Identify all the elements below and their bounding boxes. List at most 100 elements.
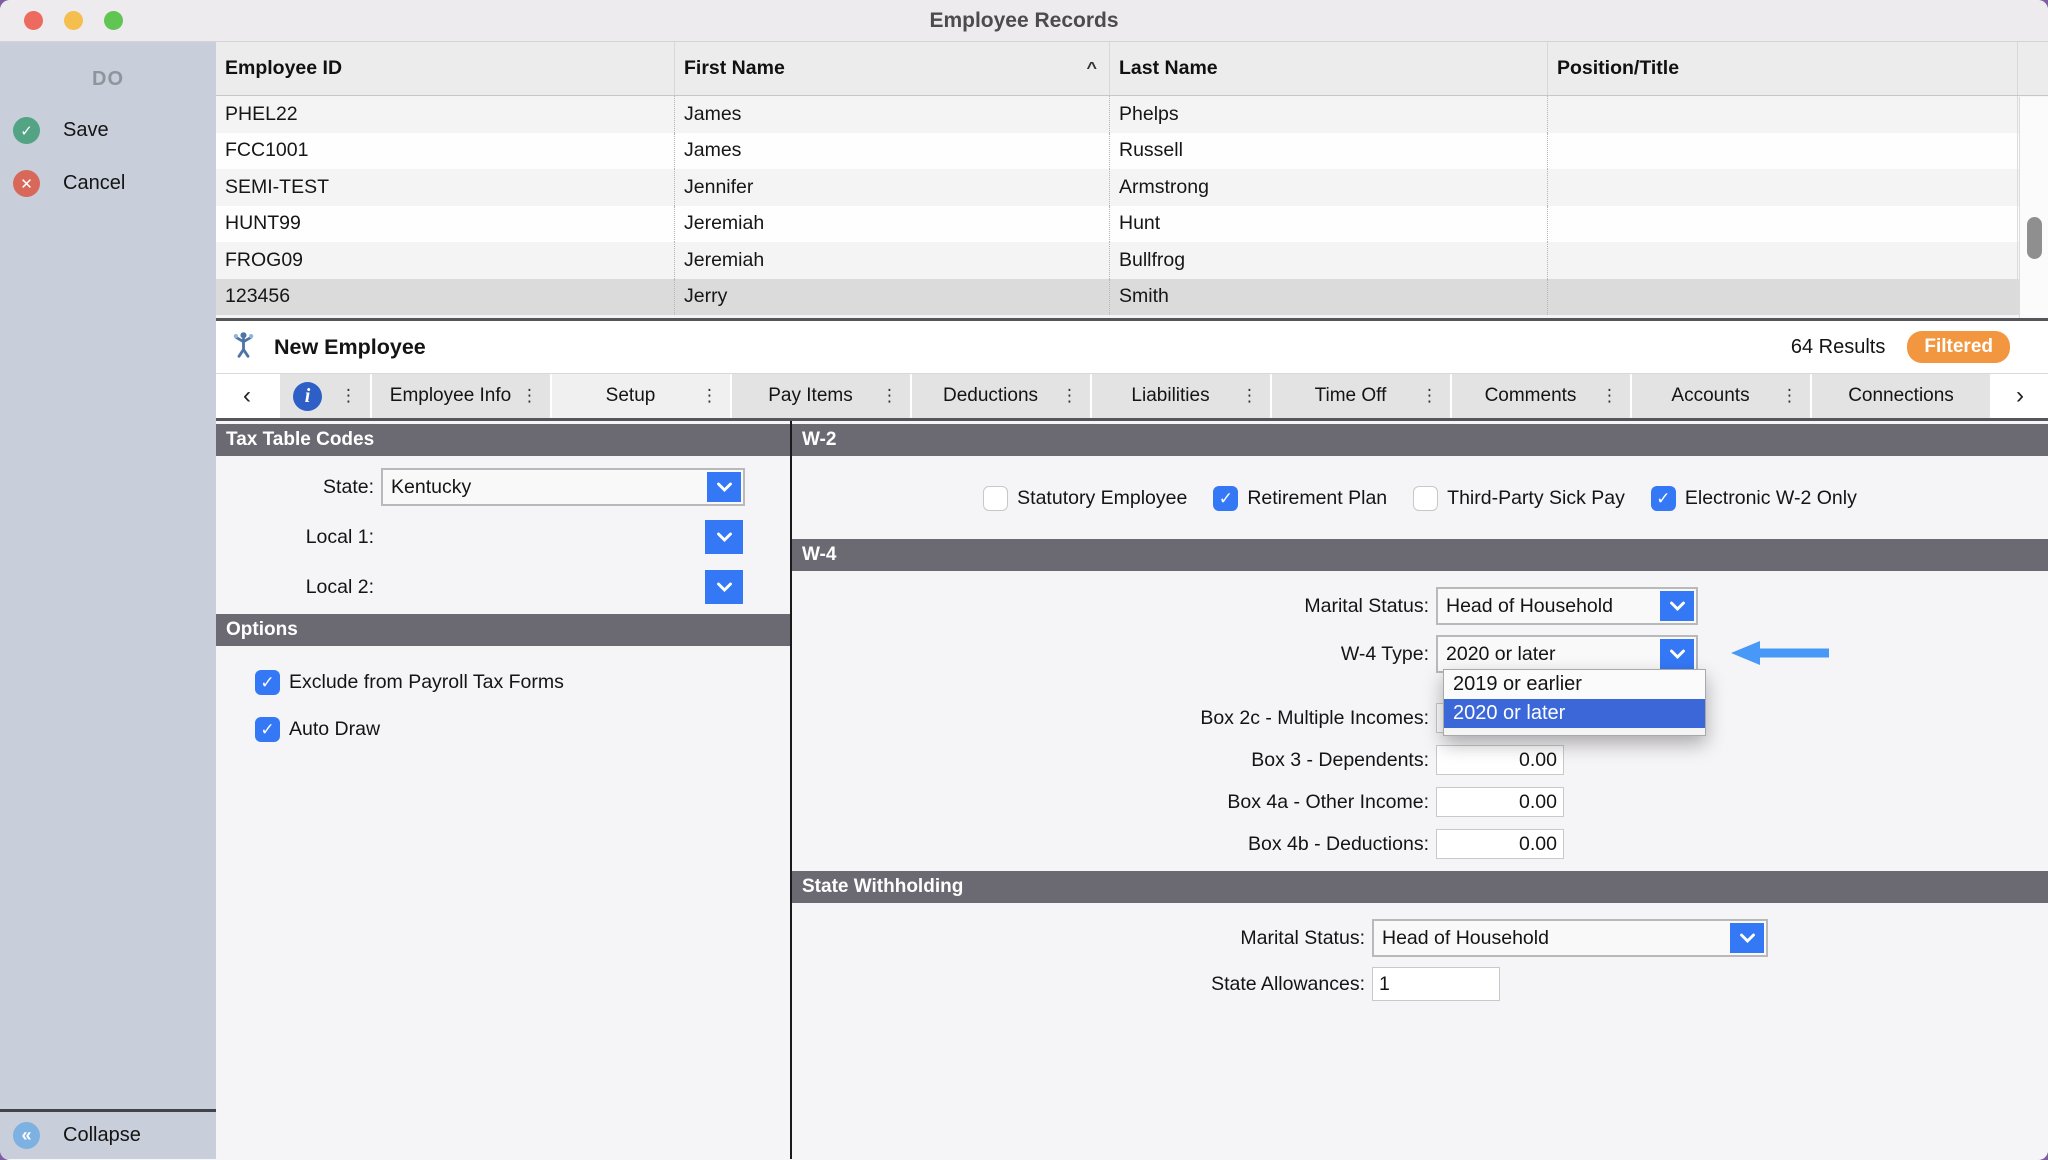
table-row[interactable]: 123456JerrySmith [216, 279, 2048, 316]
chevron-down-icon[interactable] [707, 472, 741, 502]
w4-type-combobox[interactable]: 2020 or later [1436, 635, 1698, 673]
chevron-down-icon[interactable] [1660, 639, 1694, 669]
field-label: Box 4b - Deductions: [792, 833, 1436, 856]
chevron-down-icon[interactable] [1660, 591, 1694, 621]
cell-employee-id: FCC1001 [216, 133, 675, 170]
state-withholding-header: State Withholding [792, 871, 2048, 903]
chevron-down-icon[interactable] [1730, 923, 1764, 953]
checkbox-third-party-sick-pay[interactable]: Third-Party Sick Pay [1413, 486, 1625, 511]
window-title: Employee Records [0, 9, 2048, 33]
tab-connections[interactable]: Connections [1812, 374, 1990, 418]
column-header-label: First Name [684, 57, 785, 80]
w4-type-value: 2020 or later [1438, 643, 1658, 666]
table-scrollbar[interactable] [2019, 97, 2048, 318]
tabs-scroll-right-button[interactable]: › [1992, 374, 2048, 418]
column-header-label: Position/Title [1557, 57, 1679, 80]
checked-checkbox-icon[interactable]: ✓ [255, 717, 280, 742]
w2-header: W-2 [792, 424, 2048, 456]
cell-position [1548, 96, 2018, 133]
cell-position [1548, 133, 2018, 170]
tab-menu-dots-icon[interactable]: ⋮ [1061, 386, 1078, 406]
checkbox-label: Auto Draw [289, 718, 380, 741]
cell-position [1548, 242, 2018, 279]
checked-checkbox-icon[interactable]: ✓ [1651, 486, 1676, 511]
unchecked-checkbox-icon[interactable] [983, 486, 1008, 511]
checkbox-label: Retirement Plan [1247, 487, 1387, 510]
tab-employee-info[interactable]: Employee Info⋮ [372, 374, 550, 418]
collapse-button[interactable]: « Collapse [0, 1109, 216, 1159]
cell-last-name: Armstrong [1110, 169, 1548, 206]
checkbox-label: Third-Party Sick Pay [1447, 487, 1625, 510]
checkbox-auto-draw[interactable]: ✓ Auto Draw [255, 717, 790, 742]
sw-marital-status-combobox[interactable]: Head of Household [1372, 919, 1768, 957]
record-title: New Employee [274, 335, 426, 360]
checkbox-retirement-plan[interactable]: ✓ Retirement Plan [1213, 486, 1387, 511]
tab-deductions[interactable]: Deductions⋮ [912, 374, 1090, 418]
w4-marital-status-value: Head of Household [1438, 595, 1658, 618]
checkbox-statutory-employee[interactable]: Statutory Employee [983, 486, 1187, 511]
numeric-field-box-4a-other-income[interactable]: 0.00 [1436, 787, 1564, 817]
cancel-button[interactable]: ✕ Cancel [0, 170, 216, 197]
save-button[interactable]: ✓ Save [0, 117, 216, 144]
column-header-employee-id[interactable]: Employee ID [216, 42, 675, 95]
table-row[interactable]: SEMI-TESTJenniferArmstrong [216, 169, 2048, 206]
column-header-position-title[interactable]: Position/Title [1548, 42, 2018, 95]
save-check-icon: ✓ [13, 117, 40, 144]
tab-menu-dots-icon[interactable]: ⋮ [1781, 386, 1798, 406]
tab-info[interactable]: i⋮ [280, 374, 370, 418]
tab-liabilities[interactable]: Liabilities⋮ [1092, 374, 1270, 418]
tab-menu-dots-icon[interactable]: ⋮ [521, 386, 538, 406]
w4-header: W-4 [792, 539, 2048, 571]
checkbox-electronic-w-2-only[interactable]: ✓Electronic W-2 Only [1651, 486, 1857, 511]
checkbox-exclude-from-payroll-tax-forms[interactable]: ✓ Exclude from Payroll Tax Forms [255, 670, 790, 695]
state-combobox[interactable]: Kentucky [381, 468, 745, 506]
cell-first-name: Jeremiah [675, 242, 1110, 279]
state-allowances-input[interactable]: 1 [1372, 967, 1500, 1001]
new-employee-person-icon [230, 331, 257, 363]
local1-combobox[interactable] [381, 518, 745, 556]
tab-comments[interactable]: Comments⋮ [1452, 374, 1630, 418]
table-row[interactable]: FROG09JeremiahBullfrog [216, 242, 2048, 279]
scrollbar-thumb[interactable] [2027, 217, 2042, 259]
tab-menu-dots-icon[interactable]: ⋮ [701, 386, 718, 406]
table-row[interactable]: FCC1001JamesRussell [216, 133, 2048, 170]
unchecked-checkbox-icon[interactable] [1413, 486, 1438, 511]
tab-accounts[interactable]: Accounts⋮ [1632, 374, 1810, 418]
column-header-first-name[interactable]: First Name^ [675, 42, 1110, 95]
tab-menu-dots-icon[interactable]: ⋮ [340, 386, 357, 406]
numeric-field-box-4b-deductions[interactable]: 0.00 [1436, 829, 1564, 859]
tab-setup[interactable]: Setup⋮ [552, 374, 730, 418]
chevron-down-icon[interactable] [705, 570, 743, 604]
tab-pay-items[interactable]: Pay Items⋮ [732, 374, 910, 418]
tab-label: Employee Info [384, 385, 517, 407]
tab-time-off[interactable]: Time Off⋮ [1272, 374, 1450, 418]
chevron-right-icon: › [2016, 382, 2024, 410]
checked-checkbox-icon[interactable]: ✓ [1213, 486, 1238, 511]
dropdown-option-2020-or-later[interactable]: 2020 or later [1444, 699, 1705, 728]
chevron-down-icon[interactable] [705, 520, 743, 554]
column-header-last-name[interactable]: Last Name [1110, 42, 1548, 95]
local2-label: Local 2: [216, 576, 381, 599]
tab-label: Setup [564, 385, 697, 407]
checkbox-label: Exclude from Payroll Tax Forms [289, 671, 564, 694]
table-row[interactable]: PHEL22JamesPhelps [216, 96, 2048, 133]
local2-combobox[interactable] [381, 568, 745, 606]
action-sidebar: DO ✓ Save ✕ Cancel « Collapse [0, 42, 216, 1159]
cell-last-name: Bullfrog [1110, 242, 1548, 279]
tabs-scroll-left-button[interactable]: ‹ [216, 374, 278, 418]
tab-menu-dots-icon[interactable]: ⋮ [1421, 386, 1438, 406]
tab-label: Time Off [1284, 385, 1417, 407]
filtered-badge[interactable]: Filtered [1907, 331, 2010, 363]
tab-menu-dots-icon[interactable]: ⋮ [881, 386, 898, 406]
dropdown-option-2019-or-earlier[interactable]: 2019 or earlier [1444, 670, 1705, 699]
checked-checkbox-icon[interactable]: ✓ [255, 670, 280, 695]
w4-marital-status-combobox[interactable]: Head of Household [1436, 587, 1698, 625]
local1-label: Local 1: [216, 526, 381, 549]
options-checkbox-group: ✓ Exclude from Payroll Tax Forms ✓ Auto Dra… [216, 670, 790, 742]
table-row[interactable]: HUNT99JeremiahHunt [216, 206, 2048, 243]
tab-menu-dots-icon[interactable]: ⋮ [1241, 386, 1258, 406]
numeric-field-box-3-dependents[interactable]: 0.00 [1436, 745, 1564, 775]
tab-menu-dots-icon[interactable]: ⋮ [1601, 386, 1618, 406]
field-label: Box 3 - Dependents: [792, 749, 1436, 772]
table-header-row: Employee IDFirst Name^Last Name Position/… [216, 42, 2048, 96]
